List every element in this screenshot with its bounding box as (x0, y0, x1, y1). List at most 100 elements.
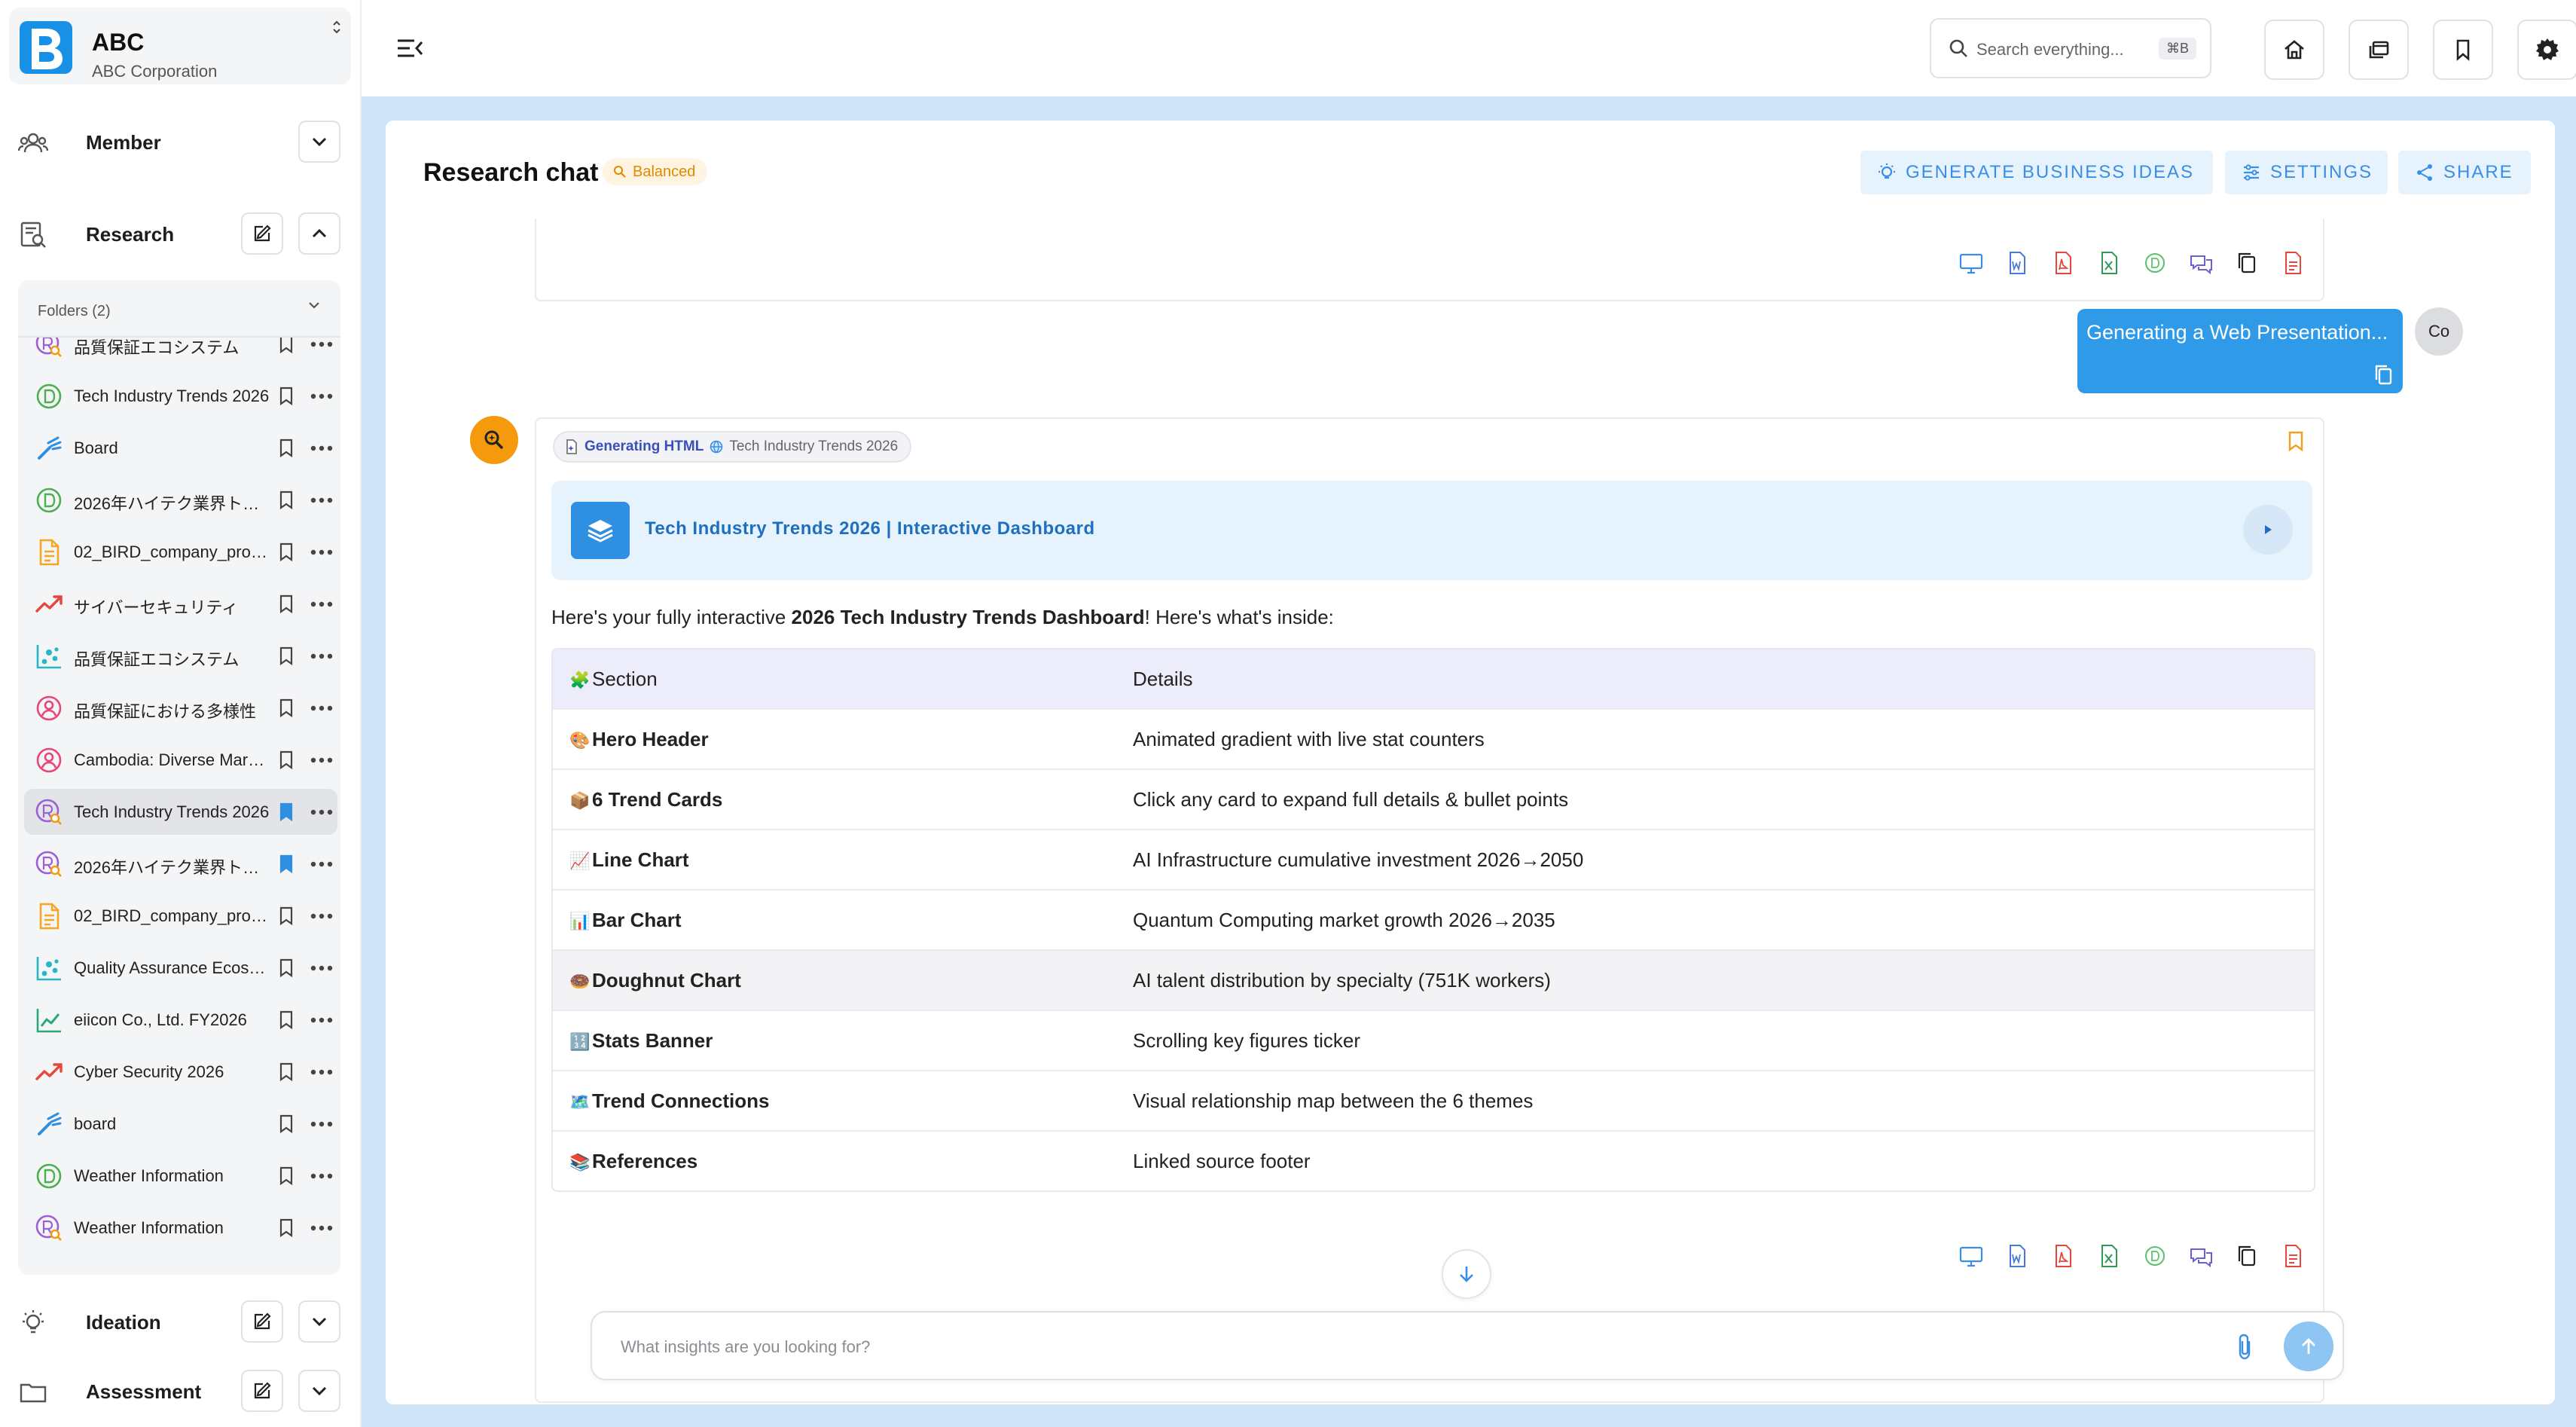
more-options-icon[interactable] (309, 338, 334, 354)
bookmark-icon[interactable] (277, 594, 295, 614)
copy-icon[interactable] (2234, 250, 2260, 276)
library-button[interactable] (2349, 20, 2409, 80)
more-options-icon[interactable] (309, 958, 334, 978)
message-tool-button[interactable] (2280, 250, 2306, 276)
message-tool-button[interactable] (2188, 250, 2214, 276)
sidebar-research-item[interactable]: 品質保証エコシステム (18, 338, 340, 370)
sidebar-research-item[interactable]: board (18, 1098, 340, 1150)
message-tool-button[interactable] (2096, 250, 2122, 276)
research-item-list[interactable]: 品質保証エコシステム Tech Industry Trends 2026 Board… (18, 338, 340, 1275)
more-options-icon[interactable] (309, 594, 334, 614)
message-tool-button[interactable] (2280, 1243, 2306, 1269)
sidebar-research-item[interactable]: Board (18, 422, 340, 474)
bookmark-icon[interactable] (2287, 431, 2305, 452)
copy-icon[interactable] (2373, 363, 2394, 386)
bookmark-icon[interactable] (277, 906, 295, 926)
more-options-icon[interactable] (309, 646, 334, 666)
section-ideation[interactable]: Ideation (0, 1288, 362, 1356)
chat-bubbles-icon[interactable] (2188, 1243, 2214, 1269)
bookmark-icon[interactable] (277, 958, 295, 978)
generate-business-ideas-button[interactable]: GENERATE BUSINESS IDEAS (1860, 151, 2213, 194)
sidebar-research-item[interactable]: Weather Information (18, 1202, 340, 1254)
monitor-icon[interactable] (1958, 250, 1984, 276)
new-ideation-button[interactable] (241, 1300, 283, 1343)
new-research-button[interactable] (241, 212, 283, 255)
pdf-file-icon[interactable] (2050, 1243, 2076, 1269)
copy-icon[interactable] (2234, 1243, 2260, 1269)
assessment-expand-button[interactable] (298, 1370, 340, 1412)
message-tool-button[interactable] (2188, 1243, 2214, 1269)
settings-button[interactable] (2517, 20, 2576, 80)
sidebar-research-item[interactable]: eiicon Co., Ltd. FY2026 (18, 994, 340, 1046)
more-options-icon[interactable] (309, 906, 334, 926)
bookmark-icon[interactable] (277, 338, 295, 354)
message-tool-button[interactable] (2050, 1243, 2076, 1269)
member-expand-button[interactable] (298, 121, 340, 163)
word-file-icon[interactable] (2004, 1243, 2030, 1269)
bookmarks-button[interactable] (2433, 20, 2493, 80)
section-assessment[interactable]: Assessment (0, 1358, 362, 1425)
bookmark-icon[interactable] (277, 1218, 295, 1238)
report-file-icon[interactable] (2280, 1243, 2306, 1269)
chat-input[interactable] (621, 1331, 2202, 1364)
sidebar-research-item[interactable]: 02_BIRD_company_profile (18, 526, 340, 578)
bookmark-icon[interactable] (277, 542, 295, 562)
more-options-icon[interactable] (309, 542, 334, 562)
section-member[interactable]: Member (0, 108, 362, 176)
sidebar-research-item[interactable]: 品質保証エコシステム (18, 630, 340, 682)
bookmark-icon[interactable] (277, 438, 295, 458)
sidebar-research-item[interactable]: Weather Information (18, 1150, 340, 1202)
message-tool-button[interactable] (2142, 1243, 2168, 1269)
sidebar-research-item[interactable]: Quality Assurance Ecosystem (18, 942, 340, 994)
bookmark-icon[interactable] (277, 1010, 295, 1030)
message-tool-button[interactable] (2096, 1243, 2122, 1269)
global-search[interactable]: ⌘B (1930, 18, 2211, 78)
sidebar-research-item[interactable]: Cyber Security 2026 (18, 1046, 340, 1098)
message-tool-button[interactable] (2004, 1243, 2030, 1269)
artifact-card[interactable]: Tech Industry Trends 2026 | Interactive … (551, 481, 2312, 580)
more-options-icon[interactable] (309, 1114, 334, 1134)
message-tool-button[interactable] (2234, 1243, 2260, 1269)
more-options-icon[interactable] (309, 438, 334, 458)
sidebar-research-item[interactable]: Cambodia: Diverse Markets (18, 734, 340, 786)
data-circle-icon[interactable] (2142, 250, 2168, 276)
bookmark-icon[interactable] (277, 698, 295, 718)
more-options-icon[interactable] (309, 1010, 334, 1030)
pdf-file-icon[interactable] (2050, 250, 2076, 276)
more-options-icon[interactable] (309, 750, 334, 770)
data-circle-icon[interactable] (2142, 1243, 2168, 1269)
chat-bubbles-icon[interactable] (2188, 250, 2214, 276)
collapse-sidebar-button[interactable] (395, 33, 426, 63)
open-artifact-button[interactable] (2243, 505, 2293, 555)
settings-action-button[interactable]: SETTINGS (2225, 151, 2388, 194)
word-file-icon[interactable] (2004, 250, 2030, 276)
more-options-icon[interactable] (309, 490, 334, 510)
sidebar-research-item[interactable]: 02_BIRD_company_profile (18, 890, 340, 942)
expand-collapse-icon[interactable] (331, 20, 342, 35)
excel-file-icon[interactable] (2096, 250, 2122, 276)
sidebar-research-item[interactable]: Tech Industry Trends 2026 (18, 786, 340, 838)
sidebar-research-item[interactable]: 品質保証における多様性 (18, 682, 340, 734)
message-tool-button[interactable] (1958, 1243, 1984, 1269)
search-input[interactable] (1976, 35, 2142, 65)
bookmark-icon[interactable] (277, 1062, 295, 1082)
home-button[interactable] (2264, 20, 2324, 80)
message-tool-button[interactable] (2142, 250, 2168, 276)
scroll-to-bottom-button[interactable] (1442, 1249, 1491, 1299)
message-tool-button[interactable] (2234, 250, 2260, 276)
bookmark-icon[interactable] (277, 802, 295, 822)
section-research[interactable]: Research (0, 200, 362, 268)
monitor-icon[interactable] (1958, 1243, 1984, 1269)
sidebar-research-item[interactable]: 2026年ハイテク業界トレンド (18, 474, 340, 526)
more-options-icon[interactable] (309, 1166, 334, 1186)
message-tool-button[interactable] (2050, 250, 2076, 276)
more-options-icon[interactable] (309, 1218, 334, 1238)
bookmark-icon[interactable] (277, 750, 295, 770)
bookmark-icon[interactable] (277, 1166, 295, 1186)
paperclip-icon[interactable] (2237, 1334, 2254, 1361)
more-options-icon[interactable] (309, 802, 334, 822)
more-options-icon[interactable] (309, 387, 334, 406)
report-file-icon[interactable] (2280, 250, 2306, 276)
more-options-icon[interactable] (309, 854, 334, 874)
sidebar-research-item[interactable]: 2026年ハイテク業界トレンド (18, 838, 340, 890)
